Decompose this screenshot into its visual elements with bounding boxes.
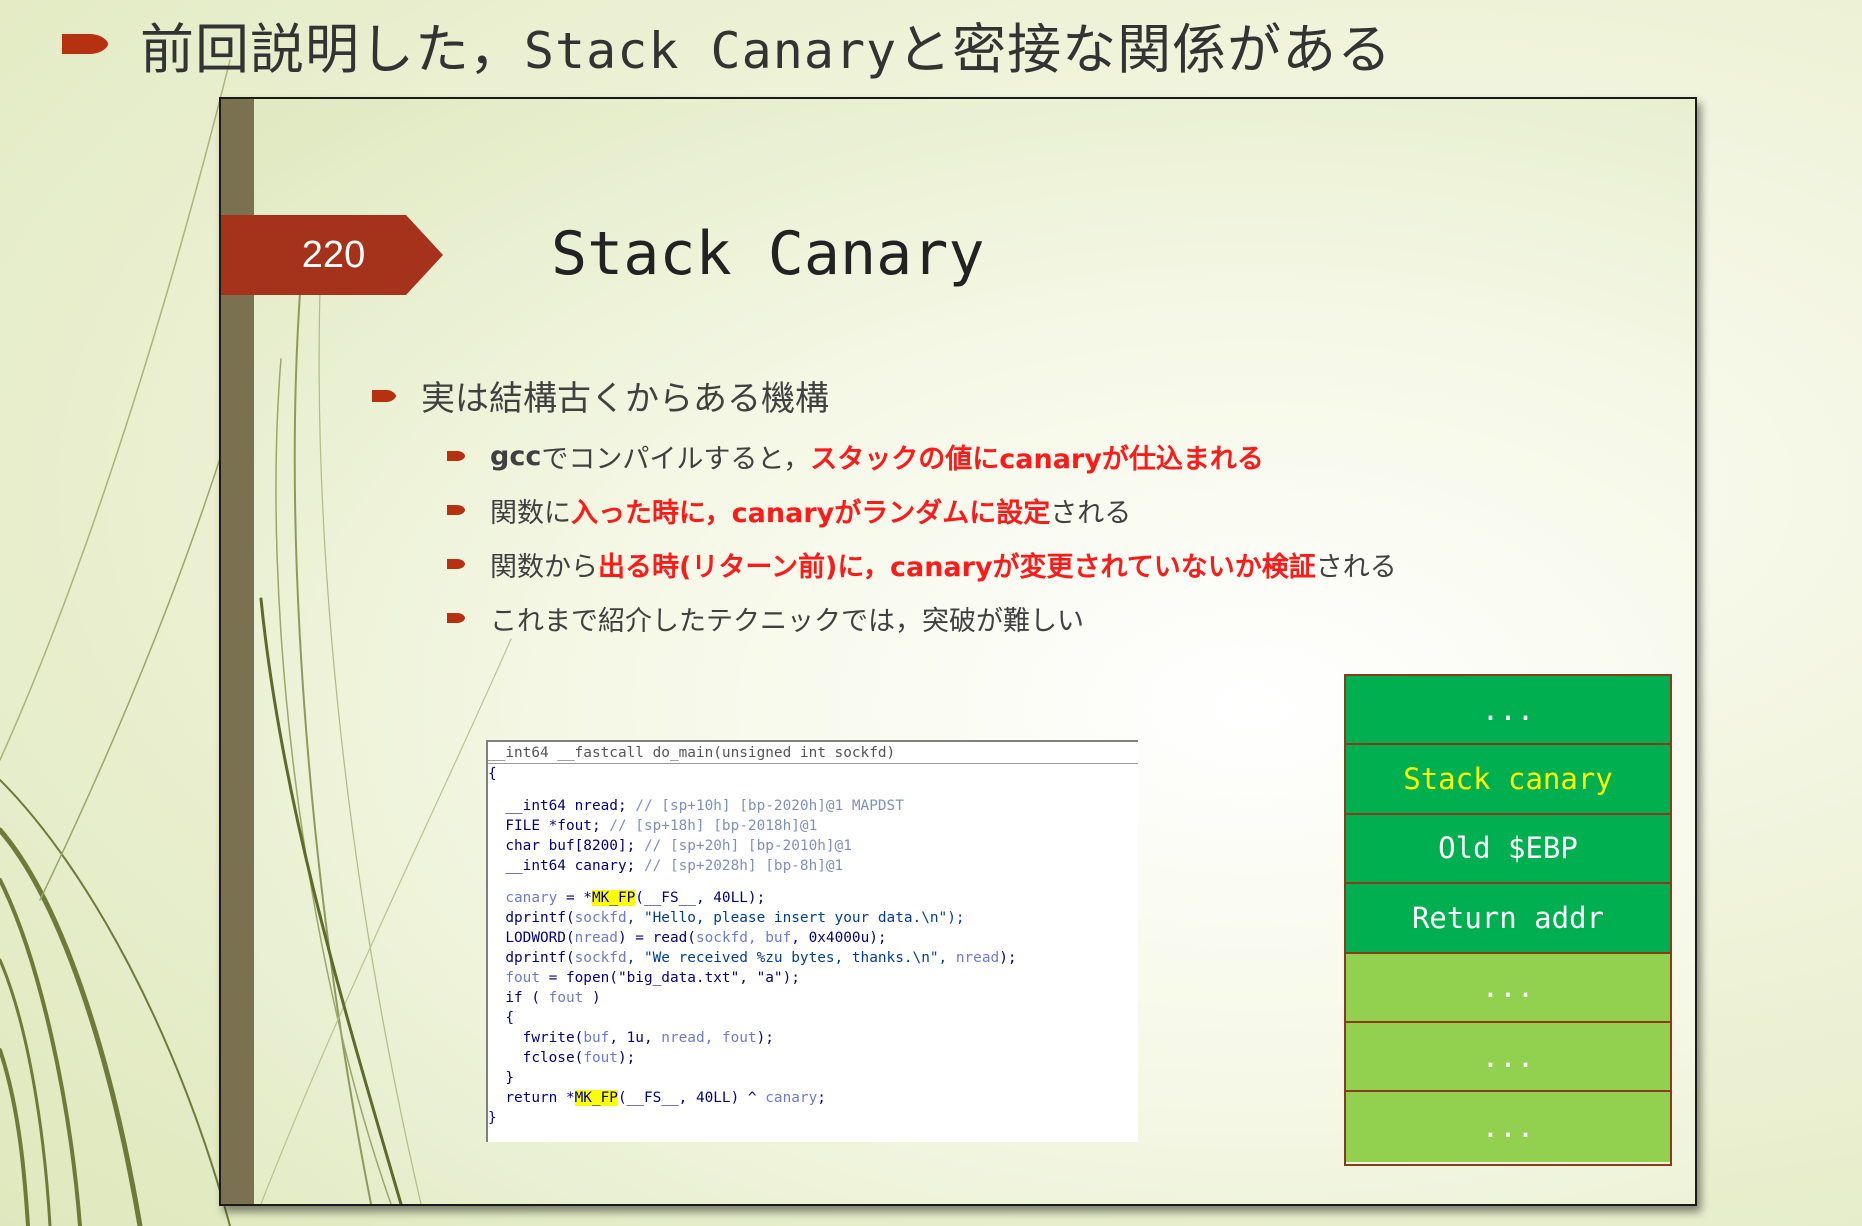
outer-heading: 前回説明した，Stack Canaryと密接な関係がある	[60, 4, 1392, 84]
sub-bullet-list: gcc でコンパイルすると， スタックの値にcanaryが仕込まれる 関数に 入った時…	[446, 429, 1397, 645]
embedded-slide: 220 Stack Canary 実は結構古くからある機構 gcc でコンパイルす…	[219, 97, 1697, 1206]
arrow-bullet-icon	[446, 449, 466, 463]
code-function-signature: __int64 __fastcall do_main(unsigned int …	[488, 743, 1138, 764]
code-line: }	[488, 1070, 514, 1086]
stack-slot-old-ebp: Old $EBP	[1346, 814, 1670, 885]
stack-slot: ...	[1346, 953, 1670, 1023]
code-line: LODWORD(nread) = read(sockfd, buf, 0x400…	[488, 930, 887, 946]
stack-slot-return-addr: Return addr	[1346, 884, 1670, 954]
arrow-bullet-icon	[371, 387, 397, 405]
code-line: if ( fout )	[488, 990, 601, 1006]
code-line: __int64 canary; // [sp+2028h] [bp-8h]@1	[488, 858, 844, 874]
code-line: __int64 nread; // [sp+10h] [bp-2020h]@1 …	[488, 798, 904, 814]
sub-bullet-text: でコンパイルすると，	[541, 443, 811, 475]
sub-bullet-item: 関数に 入った時に，canaryがランダムに設定 される	[446, 483, 1397, 537]
sub-bullet-highlight: 出る時(リターン前)に，canaryが変更されていないか検証	[598, 551, 1316, 583]
sub-bullet-text: 関数から	[490, 551, 598, 583]
code-line: fclose(fout);	[488, 1050, 636, 1066]
stack-slot-canary: Stack canary	[1346, 745, 1670, 815]
sub-bullet-highlight: スタックの値にcanaryが仕込まれる	[810, 443, 1264, 475]
code-line: fout = fopen("big_data.txt", "a");	[488, 970, 800, 986]
stack-slot: ...	[1346, 1022, 1670, 1093]
stack-layout-diagram: ... Stack canary Old $EBP Return addr ..…	[1344, 674, 1672, 1166]
sub-bullet-item: 関数から 出る時(リターン前)に，canaryが変更されていないか検証 される	[446, 537, 1397, 591]
sub-bullet-item: これまで紹介したテクニックでは，突破が難しい	[446, 591, 1397, 645]
sub-bullet-text: される	[1050, 497, 1132, 529]
sub-bullet-highlight: 入った時に，canaryがランダムに設定	[571, 497, 1051, 529]
code-line: char buf[8200]; // [sp+20h] [bp-2010h]@1	[488, 838, 852, 854]
outer-title-text: 前回説明した，Stack Canaryと密接な関係がある	[140, 17, 1393, 81]
decompiled-code-screenshot: __int64 __fastcall do_main(unsigned int …	[486, 740, 1138, 1142]
code-line: canary = *MK_FP(__FS__, 40LL);	[488, 890, 766, 906]
arrow-bullet-icon	[446, 557, 466, 571]
arrow-bullet-icon	[60, 28, 112, 60]
sub-bullet-item: gcc でコンパイルすると， スタックの値にcanaryが仕込まれる	[446, 429, 1397, 483]
code-line: return *MK_FP(__FS__, 40LL) ^ canary;	[488, 1090, 826, 1106]
sub-bullet-text: これまで紹介したテクニックでは，突破が難しい	[490, 605, 1084, 637]
code-spacer	[488, 876, 1138, 888]
sub-bullet-text: gcc	[490, 440, 542, 472]
code-line: {	[488, 1010, 514, 1026]
slide-title: Stack Canary	[551, 219, 985, 289]
arrow-bullet-icon	[446, 611, 466, 625]
slide-number: 220	[301, 233, 366, 276]
slide-number-tag: 220	[221, 215, 446, 295]
code-line: dprintf(sockfd, "Hello, please insert yo…	[488, 910, 965, 926]
code-spacer	[488, 784, 1138, 796]
code-line: {	[488, 766, 497, 782]
main-bullet-text: 実は結構古くからある機構	[421, 379, 829, 419]
sub-bullet-text: 関数に	[490, 497, 571, 529]
arrow-bullet-icon	[446, 503, 466, 517]
code-line: dprintf(sockfd, "We received %zu bytes, …	[488, 950, 1017, 966]
sub-bullet-text: される	[1315, 551, 1397, 583]
stack-slot: ...	[1346, 1092, 1670, 1162]
main-bullet: 実は結構古くからある機構	[371, 371, 829, 420]
code-line: fwrite(buf, 1u, nread, fout);	[488, 1030, 774, 1046]
code-line: }	[488, 1110, 497, 1126]
stack-slot: ...	[1346, 676, 1670, 746]
code-line: FILE *fout; // [sp+18h] [bp-2018h]@1	[488, 818, 818, 834]
